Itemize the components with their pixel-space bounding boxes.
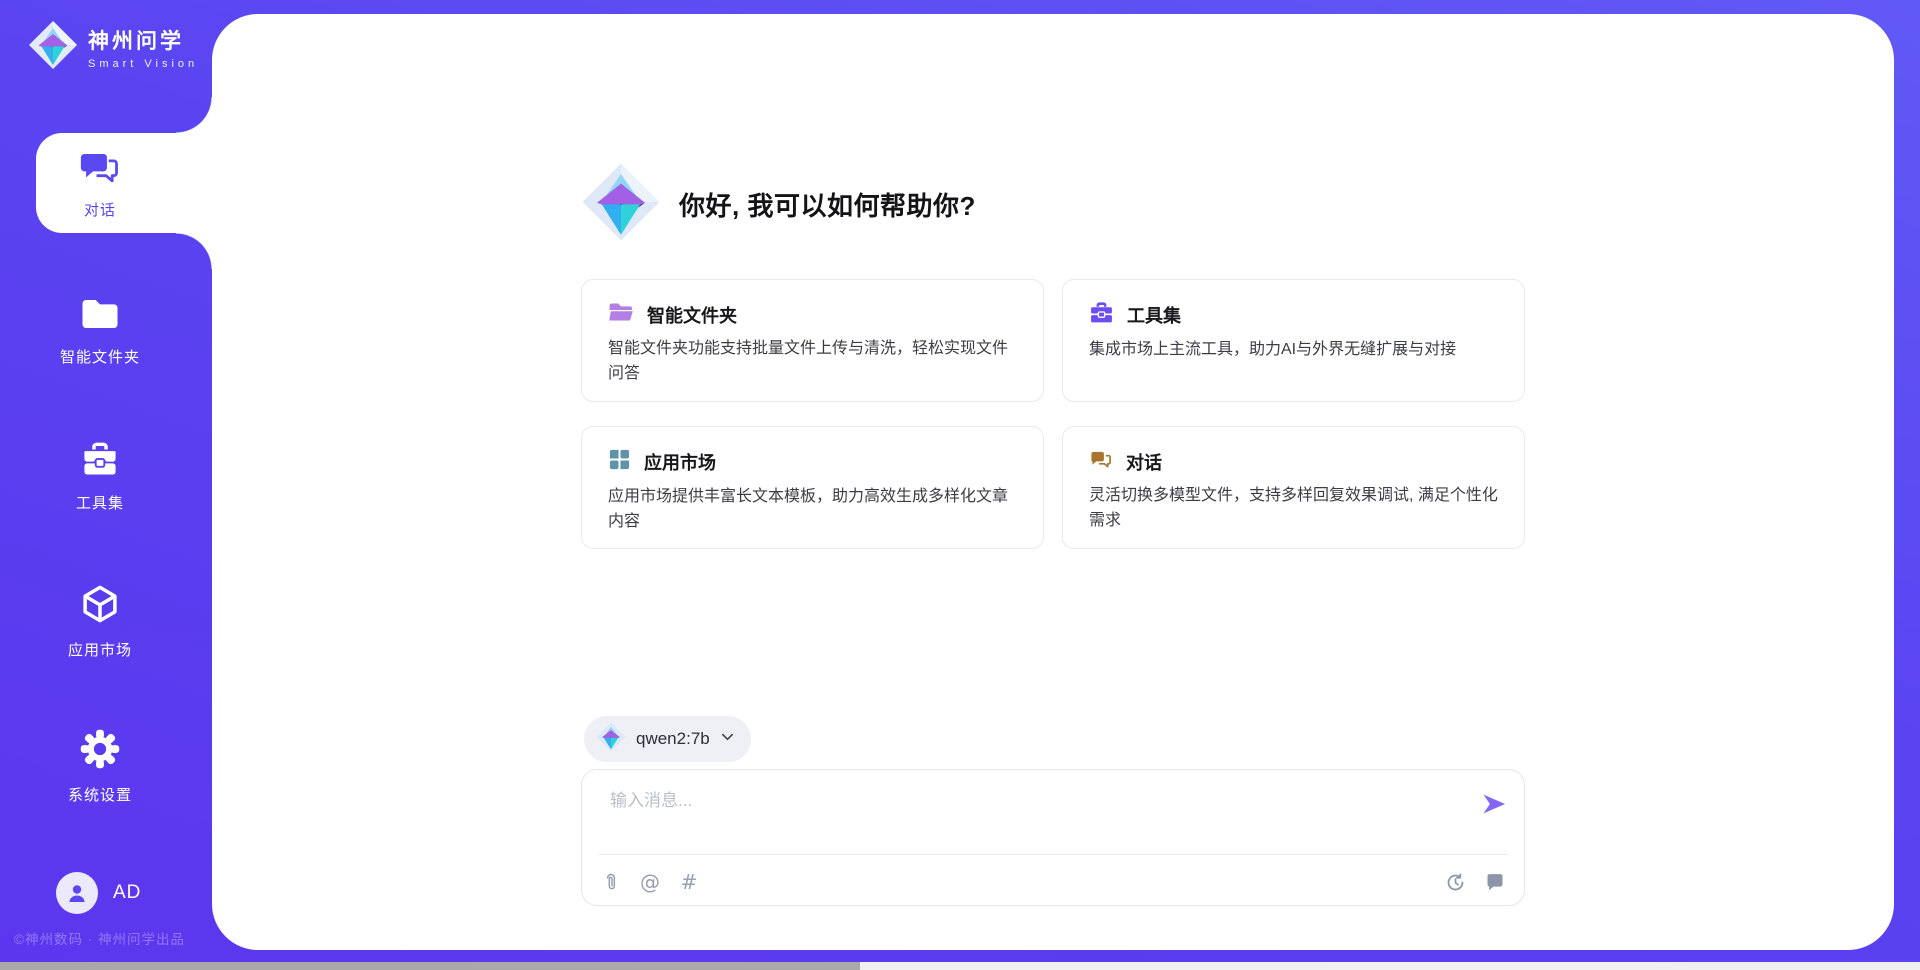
- at-icon[interactable]: @: [637, 869, 663, 895]
- card-smart-folder[interactable]: 智能文件夹 智能文件夹功能支持批量文件上传与清洗，轻松实现文件问答: [581, 279, 1044, 402]
- comment-icon[interactable]: [1482, 869, 1508, 895]
- composer-footer-right: [1442, 869, 1508, 895]
- composer-divider: [598, 854, 1508, 855]
- horizontal-scrollbar[interactable]: [0, 962, 1920, 970]
- brand-subtitle: Smart Vision: [88, 58, 198, 70]
- greeting-block: 你好, 我可以如何帮助你?: [581, 162, 1525, 247]
- user-profile[interactable]: AD: [56, 872, 141, 914]
- card-app-market[interactable]: 应用市场 应用市场提供丰富长文本模板，助力高效生成多样化文章内容: [581, 426, 1044, 549]
- toolbox-icon: [1089, 301, 1114, 329]
- composer-footer: @ #: [598, 868, 1508, 896]
- copyright-text: ©神州数码 · 神州问学出品: [14, 928, 214, 948]
- card-title: 对话: [1126, 449, 1162, 475]
- gear-icon: [79, 728, 121, 775]
- sidebar-item-label: 工具集: [76, 492, 124, 513]
- brand: 神州问学 Smart Vision: [28, 20, 198, 75]
- brand-diamond-icon: [28, 20, 78, 75]
- paperclip-icon[interactable]: [598, 869, 624, 895]
- card-toolbox[interactable]: 工具集 集成市场上主流工具，助力AI与外界无缝扩展与对接: [1062, 279, 1525, 402]
- brand-name: 神州问学: [88, 25, 198, 55]
- message-input[interactable]: [610, 784, 1440, 818]
- message-composer: @ #: [581, 769, 1525, 906]
- feature-cards: 智能文件夹 智能文件夹功能支持批量文件上传与清洗，轻松实现文件问答 工具集: [581, 279, 1525, 549]
- hash-icon[interactable]: #: [676, 869, 702, 895]
- grid-icon: [608, 448, 631, 476]
- sidebar-item-settings[interactable]: 系统设置: [0, 720, 212, 812]
- sidebar-item-app-market[interactable]: 应用市场: [0, 575, 212, 667]
- send-icon[interactable]: [1480, 790, 1508, 818]
- card-description: 应用市场提供丰富长文本模板，助力高效生成多样化文章内容: [608, 485, 1019, 535]
- card-description: 智能文件夹功能支持批量文件上传与清洗，轻松实现文件问答: [608, 337, 1019, 387]
- card-description: 灵活切换多模型文件，支持多样回复效果调试, 满足个性化需求: [1089, 484, 1500, 534]
- history-icon[interactable]: [1442, 869, 1468, 895]
- folder-icon: [79, 296, 121, 337]
- sidebar-item-smart-folder[interactable]: 智能文件夹: [0, 285, 212, 377]
- card-title: 工具集: [1127, 302, 1181, 328]
- sidebar-item-toolbox[interactable]: 工具集: [0, 430, 212, 522]
- greeting-text: 你好, 我可以如何帮助你?: [679, 186, 976, 223]
- chevron-down-icon: [720, 729, 735, 749]
- user-initials: AD: [113, 882, 141, 904]
- sidebar-item-chat[interactable]: 对话: [36, 133, 212, 233]
- sidebar-item-label: 智能文件夹: [60, 346, 140, 367]
- toolbox-icon: [79, 440, 121, 483]
- brand-diamond-icon: [596, 722, 626, 757]
- card-title: 应用市场: [644, 449, 716, 475]
- brand-text: 神州问学 Smart Vision: [88, 25, 198, 70]
- card-description: 集成市场上主流工具，助力AI与外界无缝扩展与对接: [1089, 338, 1500, 363]
- chat-icon: [1089, 448, 1113, 475]
- sidebar-item-label: 对话: [84, 199, 116, 220]
- hero-diamond-icon: [581, 162, 661, 247]
- model-name: qwen2:7b: [636, 729, 710, 749]
- scrollbar-thumb[interactable]: [0, 962, 860, 970]
- card-chat[interactable]: 对话 灵活切换多模型文件，支持多样回复效果调试, 满足个性化需求: [1062, 426, 1525, 549]
- sidebar-item-label: 应用市场: [68, 639, 132, 660]
- card-title: 智能文件夹: [647, 302, 737, 328]
- main-panel: 你好, 我可以如何帮助你? 智能文件夹 智能文件夹功能支持批量文件上传与清洗，轻…: [212, 14, 1894, 950]
- folder-icon: [608, 301, 634, 328]
- chat-icon: [79, 147, 121, 192]
- model-selector[interactable]: qwen2:7b: [584, 716, 751, 762]
- cube-icon: [79, 583, 121, 630]
- avatar: [56, 872, 98, 914]
- app-root: 神州问学 Smart Vision 对话 智能文件夹: [0, 0, 1920, 970]
- sidebar-item-label: 系统设置: [68, 784, 132, 805]
